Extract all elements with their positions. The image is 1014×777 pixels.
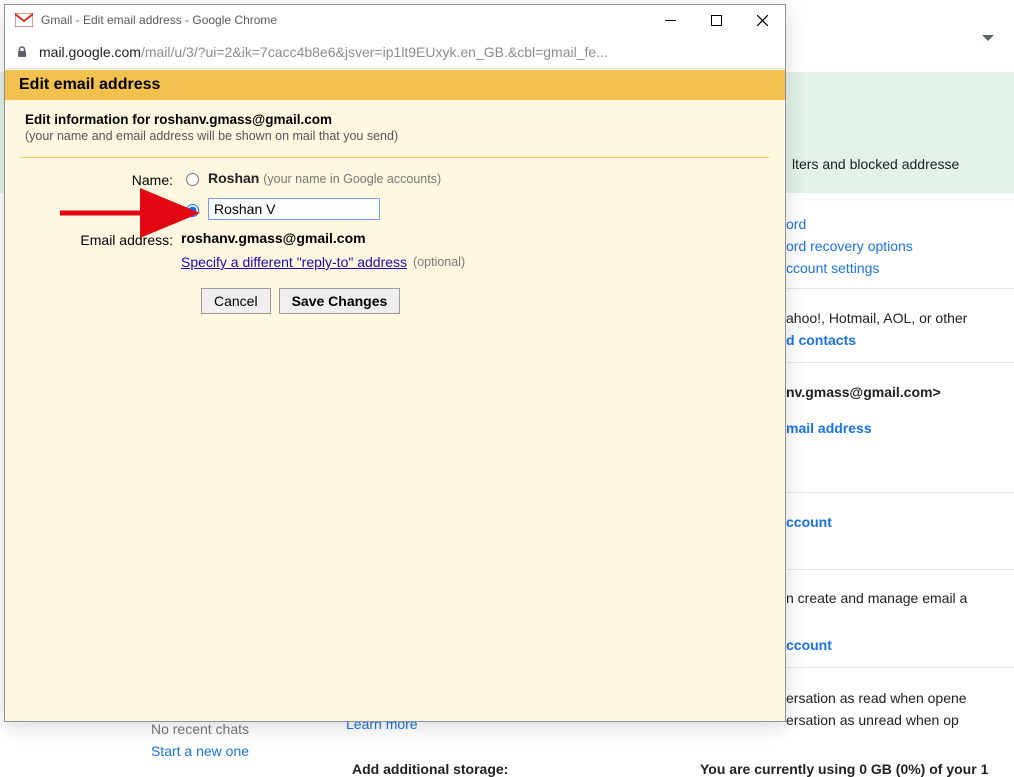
link-account-settings[interactable]: ccount settings <box>786 260 1014 276</box>
cancel-button[interactable]: Cancel <box>201 288 271 314</box>
window-title: Gmail - Edit email address - Google Chro… <box>41 13 647 27</box>
save-button[interactable]: Save Changes <box>279 288 401 314</box>
name-default-text: Roshan (your name in Google accounts) <box>208 170 441 186</box>
bg-text-read: ersation as read when opene <box>786 690 1014 706</box>
name-custom-input[interactable] <box>208 198 380 220</box>
link-contacts[interactable]: d contacts <box>786 332 1014 348</box>
start-chat-link[interactable]: Start a new one <box>75 743 325 759</box>
dialog-header: Edit email address <box>5 70 785 100</box>
bg-text-unread: ersation as unread when op <box>786 712 1014 728</box>
link-account-1[interactable]: ccount <box>786 514 1014 530</box>
url-text: mail.google.com/mail/u/3/?ui=2&ik=7cacc4… <box>39 44 608 60</box>
optional-hint: (optional) <box>413 255 465 269</box>
separator <box>21 157 769 158</box>
gmail-icon <box>15 13 33 27</box>
bg-text-providers: ahoo!, Hotmail, AOL, or other <box>786 310 1014 326</box>
info-subtitle: (your name and email address will be sho… <box>25 129 765 143</box>
link-password[interactable]: ord <box>786 216 1014 232</box>
link-email-address[interactable]: mail address <box>786 420 1014 436</box>
info-title: Edit information for roshanv.gmass@gmail… <box>25 112 765 127</box>
window-maximize-button[interactable] <box>693 5 739 35</box>
link-account-2[interactable]: ccount <box>786 637 1014 653</box>
window-close-button[interactable] <box>739 5 785 35</box>
add-storage-label: Add additional storage: <box>352 761 508 777</box>
name-label: Name: <box>5 170 181 190</box>
email-value: roshanv.gmass@gmail.com <box>181 230 366 246</box>
lock-icon <box>15 45 29 59</box>
dialog-title: Edit email address <box>19 76 160 94</box>
window-titlebar: Gmail - Edit email address - Google Chro… <box>5 5 785 35</box>
chevron-down-icon[interactable] <box>982 35 994 41</box>
no-chats-label: No recent chats <box>75 721 325 737</box>
link-recovery[interactable]: ord recovery options <box>786 238 1014 254</box>
name-radio-custom[interactable] <box>186 204 199 217</box>
dialog-body: Edit email address Edit information for … <box>5 70 785 721</box>
address-bar[interactable]: mail.google.com/mail/u/3/?ui=2&ik=7cacc4… <box>5 35 785 69</box>
popup-window: Gmail - Edit email address - Google Chro… <box>4 4 786 722</box>
bg-text-emailaddr: nv.gmass@gmail.com> <box>786 384 1014 400</box>
name-radio-default[interactable] <box>186 173 199 186</box>
email-label: Email address: <box>5 230 181 250</box>
reply-to-link[interactable]: Specify a different "reply-to" address <box>181 254 407 270</box>
tab-filters[interactable]: lters and blocked addresse <box>792 156 959 172</box>
bg-text-aliases: n create and manage email a <box>786 590 1014 606</box>
storage-info-label: You are currently using 0 GB (0%) of you… <box>700 761 988 777</box>
window-minimize-button[interactable] <box>647 5 693 35</box>
